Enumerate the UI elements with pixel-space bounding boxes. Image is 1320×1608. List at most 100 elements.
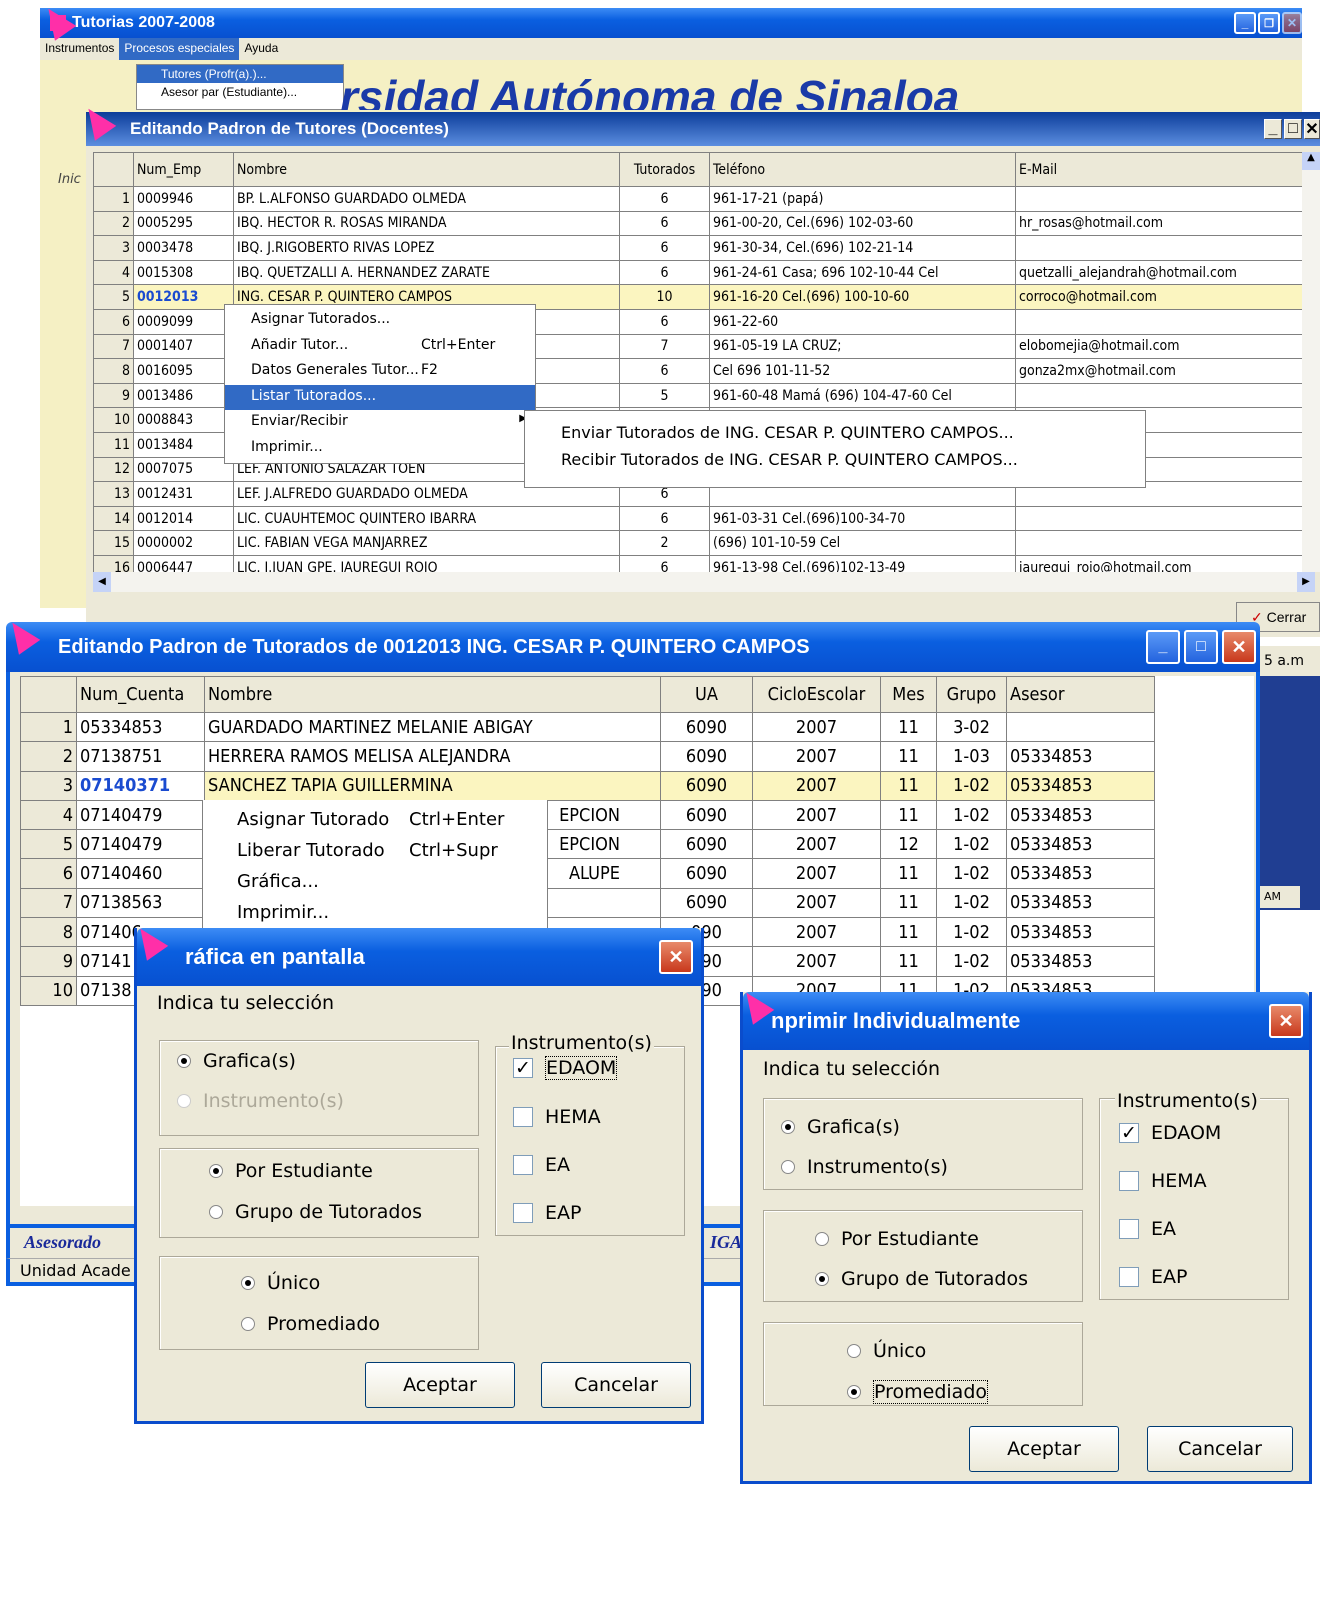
tutorados-menu-item[interactable]: Imprimir...	[203, 899, 547, 930]
cell-asesor[interactable]: 05334853	[1006, 799, 1155, 831]
cell-ciclo-escolar[interactable]: 2007	[752, 887, 881, 919]
imprimir-radio-unico[interactable]: Único	[847, 1340, 926, 1362]
cell-nombre[interactable]: BP. L.ALFONSO GUARDADO OLMEDA	[233, 186, 620, 212]
cell-num-emp[interactable]: 0013486	[133, 382, 234, 409]
col-tutorados[interactable]: Tutorados	[619, 152, 710, 187]
cell-telefono[interactable]: 961-03-31 Cel.(696)100-34-70	[709, 505, 1016, 532]
tutorados-close-button[interactable]: ✕	[1222, 630, 1256, 664]
cell-telefono[interactable]: 961-60-48 Mamá (696) 104-47-60 Cel	[709, 382, 1016, 409]
imprimir-radio-estudiante[interactable]: Por Estudiante	[815, 1228, 979, 1250]
tutores-menu-item[interactable]: Añadir Tutor... Ctrl+Enter	[225, 334, 535, 360]
scroll-left-icon[interactable]: ◀	[93, 572, 111, 592]
row-number[interactable]: 6	[20, 858, 77, 889]
row-number[interactable]: 3	[20, 770, 77, 801]
cell-email[interactable]	[1015, 382, 1304, 409]
cell-mes[interactable]: 11	[880, 946, 937, 977]
cell-num-emp[interactable]: 0009946	[133, 186, 234, 212]
cell-num-cuenta[interactable]: 07138563	[76, 887, 205, 919]
imprimir-close-button[interactable]: ✕	[1269, 1004, 1303, 1038]
grafica-radio-grafica[interactable]: Grafica(s)	[177, 1050, 296, 1072]
cell-telefono[interactable]: 961-13-98 Cel.(696)102-13-49	[709, 554, 1016, 572]
row-number[interactable]: 1	[93, 186, 134, 212]
imprimir-radio-grupo[interactable]: Grupo de Tutorados	[815, 1268, 1028, 1290]
cell-asesor[interactable]: 05334853	[1006, 917, 1155, 948]
cell-asesor[interactable]: 05334853	[1006, 829, 1155, 860]
grafica-radio-unico[interactable]: Único	[241, 1272, 320, 1294]
col-num-cuenta[interactable]: Num_Cuenta	[76, 676, 205, 713]
row-number[interactable]: 9	[20, 946, 77, 977]
table-row[interactable]: 5 07140479 EPCION 6090 2007 12 1-02 05334853	[20, 829, 1155, 860]
cell-asesor[interactable]	[1006, 711, 1155, 743]
row-number[interactable]: 5	[93, 284, 134, 310]
imprimir-cancelar-button[interactable]: Cancelar	[1147, 1426, 1293, 1472]
imprimir-aceptar-button[interactable]: Aceptar	[969, 1426, 1119, 1472]
grafica-close-button[interactable]: ✕	[659, 940, 693, 974]
cell-nombre[interactable]: IBQ. QUETZALLI A. HERNANDEZ ZARATE	[233, 259, 620, 286]
grafica-aceptar-button[interactable]: Aceptar	[365, 1362, 515, 1408]
cell-num-cuenta[interactable]: 07138751	[76, 741, 205, 772]
cell-num-emp[interactable]: 0016095	[133, 358, 234, 384]
cell-ua[interactable]: 6090	[660, 829, 753, 860]
menu-item-asesor-par[interactable]: Asesor par (Estudiante)...	[137, 83, 343, 101]
cell-grupo[interactable]: 1-02	[936, 917, 1007, 948]
cell-ciclo-escolar[interactable]: 2007	[752, 741, 881, 772]
scroll-right-icon[interactable]: ▶	[1297, 572, 1315, 592]
cell-num-emp[interactable]: 0007075	[133, 456, 234, 483]
cell-ua[interactable]: 6090	[660, 711, 753, 743]
cell-tutorados[interactable]: 6	[619, 259, 710, 286]
cell-tutorados[interactable]: 5	[619, 382, 710, 409]
cell-num-cuenta[interactable]: 07140479	[76, 829, 205, 860]
cell-ciclo-escolar[interactable]: 2007	[752, 917, 881, 948]
row-number[interactable]: 5	[20, 829, 77, 860]
tutores-menu-item[interactable]: Listar Tutorados...	[225, 384, 535, 410]
cell-tutorados[interactable]: 6	[619, 554, 710, 572]
col-telefono[interactable]: Teléfono	[709, 152, 1016, 187]
cell-mes[interactable]: 11	[880, 917, 937, 948]
row-number[interactable]: 7	[93, 333, 134, 360]
cell-num-emp[interactable]: 0000002	[133, 530, 234, 556]
cell-tutorados[interactable]: 6	[619, 308, 710, 335]
cell-email[interactable]: quetzalli_alejandrah@hotmail.com	[1015, 259, 1304, 286]
menu-item-tutores[interactable]: Tutores (Profr(a).)...	[137, 65, 343, 83]
cell-ua[interactable]: 6090	[660, 858, 753, 889]
imprimir-check-hema[interactable]: HEMA	[1119, 1170, 1207, 1192]
grafica-check-eap[interactable]: EAP	[513, 1202, 581, 1224]
cell-num-cuenta[interactable]: 07140371	[76, 770, 205, 801]
cell-email[interactable]	[1015, 530, 1304, 556]
cell-ciclo-escolar[interactable]: 2007	[752, 829, 881, 860]
cell-nombre[interactable]: SANCHEZ TAPIA GUILLERMINA	[204, 770, 661, 801]
tutorados-maximize-button[interactable]: □	[1184, 630, 1218, 664]
imprimir-radio-instrumento[interactable]: Instrumento(s)	[781, 1156, 948, 1178]
cell-num-cuenta[interactable]: 07140460	[76, 858, 205, 889]
cell-email[interactable]: hr_rosas@hotmail.com	[1015, 210, 1304, 237]
minimize-button[interactable]: _	[1234, 12, 1256, 34]
cell-mes[interactable]: 11	[880, 887, 937, 919]
row-number[interactable]: 1	[20, 711, 77, 743]
table-row[interactable]: 7 07138563 6090 2007 11 1-02 05334853	[20, 887, 1155, 919]
table-row[interactable]: 14 0012014 LIC. CUAUHTEMOC QUINTERO IBARRA…	[93, 505, 1304, 532]
cell-mes[interactable]: 11	[880, 770, 937, 801]
cell-ua[interactable]: 6090	[660, 799, 753, 831]
menu-procesos-especiales[interactable]: Procesos especiales	[119, 38, 240, 60]
cell-ua[interactable]: 6090	[660, 770, 753, 801]
imprimir-radio-grafica[interactable]: Grafica(s)	[781, 1116, 900, 1138]
cell-ciclo-escolar[interactable]: 2007	[752, 858, 881, 889]
cell-grupo[interactable]: 1-02	[936, 946, 1007, 977]
cell-email[interactable]	[1015, 235, 1304, 261]
imprimir-check-ea[interactable]: EA	[1119, 1218, 1176, 1240]
row-number[interactable]: 8	[20, 917, 77, 948]
row-number[interactable]: 11	[93, 431, 134, 458]
cell-nombre[interactable]: GUARDADO MARTINEZ MELANIE ABIGAY	[204, 711, 661, 743]
scroll-up-icon[interactable]: ▲	[1302, 152, 1320, 170]
imprimir-radio-promediado[interactable]: Promediado	[847, 1380, 989, 1404]
cell-grupo[interactable]: 3-02	[936, 711, 1007, 743]
cell-num-cuenta[interactable]: 07140479	[76, 799, 205, 831]
row-number[interactable]: 6	[93, 308, 134, 335]
cell-num-emp[interactable]: 0008843	[133, 407, 234, 433]
cell-telefono[interactable]: 961-17-21 (papá)	[709, 186, 1016, 212]
grafica-check-edaom[interactable]: ✓ EDAOM	[513, 1056, 618, 1080]
cell-mes[interactable]: 11	[880, 799, 937, 831]
tutores-maximize-button[interactable]: □	[1284, 119, 1302, 139]
cell-tutorados[interactable]: 6	[619, 210, 710, 237]
row-number[interactable]: 4	[93, 259, 134, 286]
